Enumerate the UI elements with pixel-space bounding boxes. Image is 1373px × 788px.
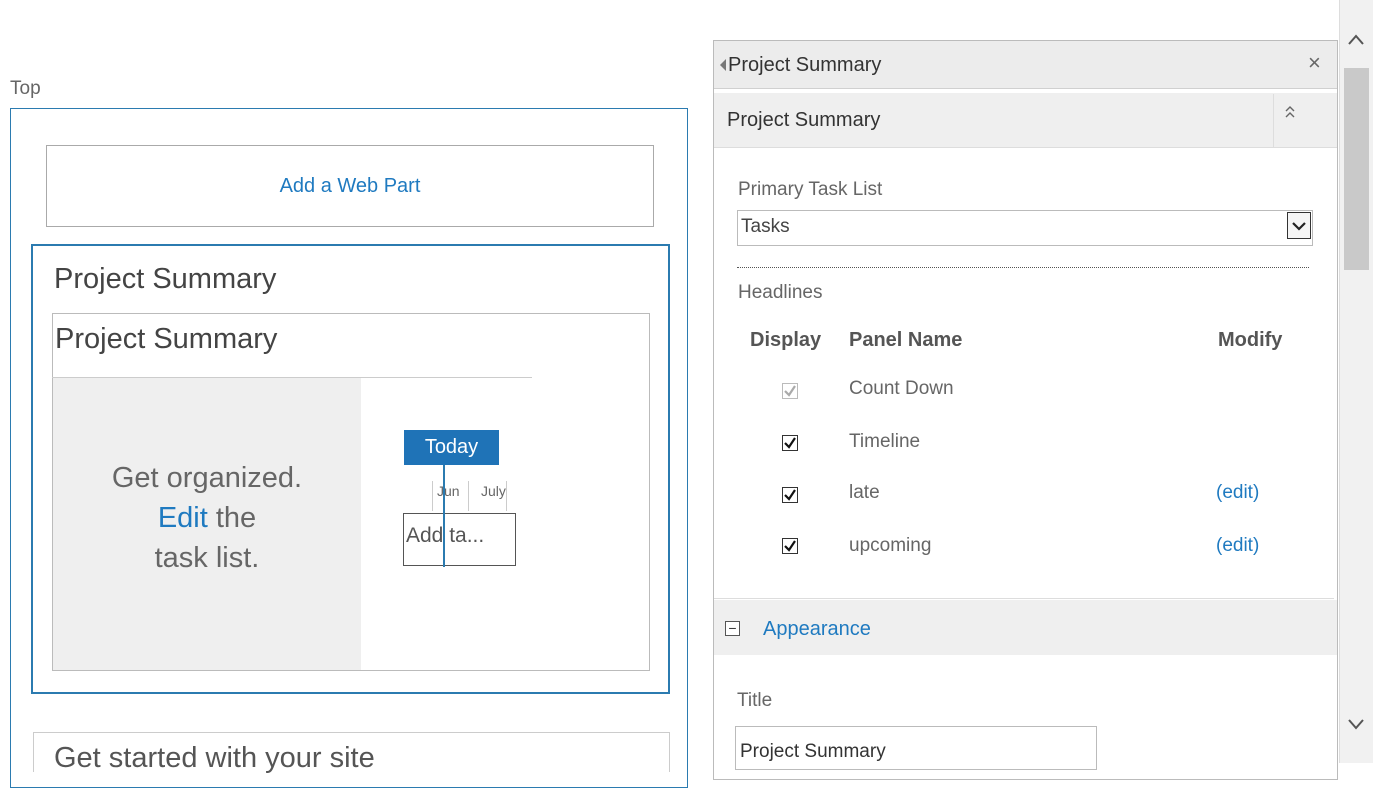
close-icon[interactable]: × — [1308, 50, 1321, 76]
section-divider — [1273, 94, 1274, 147]
column-header-panel-name: Panel Name — [849, 329, 963, 351]
checkbox-count-down[interactable] — [782, 383, 798, 399]
web-part-title: Project Summary — [54, 263, 277, 295]
task-list-text: task list. — [154, 542, 260, 574]
tool-pane-title: Project Summary — [728, 54, 882, 76]
title-label: Title — [737, 690, 773, 711]
timeline-tick — [432, 481, 433, 511]
column-header-display: Display — [750, 329, 822, 351]
tool-pane — [713, 40, 1338, 780]
add-web-part-link[interactable]: Add a Web Part — [46, 145, 654, 227]
chevron-down-icon[interactable] — [1287, 212, 1311, 239]
collapse-minus-icon[interactable]: − — [725, 621, 740, 636]
chevron-up-icon[interactable] — [1346, 32, 1366, 53]
chevron-up-double-icon[interactable] — [1283, 104, 1297, 120]
checkmark-icon — [784, 540, 796, 552]
title-input[interactable] — [735, 726, 1097, 770]
edit-task-list-link[interactable]: Edit — [158, 502, 208, 534]
checkmark-icon — [784, 489, 796, 501]
primary-task-list-label: Primary Task List — [738, 179, 883, 200]
checkbox-upcoming[interactable] — [782, 538, 798, 554]
project-summary-heading: Project Summary — [55, 323, 278, 355]
panel-name-count-down: Count Down — [849, 378, 954, 399]
month-label-jul: July — [481, 483, 506, 499]
panel-name-upcoming: upcoming — [849, 535, 932, 556]
checkbox-timeline[interactable] — [782, 435, 798, 451]
section-title: Project Summary — [727, 109, 881, 131]
zone-label: Top — [10, 78, 41, 99]
column-header-modify: Modify — [1218, 329, 1283, 351]
month-label-jun: Jun — [437, 483, 460, 499]
next-web-part-title: Get started with your site — [54, 742, 375, 774]
panel-name-timeline: Timeline — [849, 431, 921, 452]
edit-suffix-text: the — [207, 502, 257, 534]
left-triangle-icon[interactable] — [720, 59, 726, 71]
empty-state-message: Get organized. Edit the task list. — [53, 458, 361, 578]
edit-line: Edit the — [53, 498, 361, 538]
timeline-tick — [468, 481, 469, 511]
section-rule — [714, 598, 1334, 599]
panel-name-late: late — [849, 482, 880, 503]
today-line — [443, 465, 445, 567]
today-marker: Today — [404, 430, 499, 465]
get-organized-text: Get organized. — [111, 462, 303, 494]
headlines-label: Headlines — [738, 282, 823, 303]
primary-task-list-select[interactable]: Tasks — [737, 210, 1313, 246]
scrollbar-thumb[interactable] — [1344, 68, 1369, 270]
edit-upcoming-link[interactable]: (edit) — [1216, 535, 1259, 557]
checkmark-icon — [784, 437, 796, 449]
checkmark-icon — [784, 385, 796, 397]
add-task-box[interactable]: Add ta... — [403, 513, 516, 566]
checkbox-late[interactable] — [782, 487, 798, 503]
appearance-link[interactable]: Appearance — [763, 618, 871, 641]
chevron-down-icon[interactable] — [1346, 716, 1366, 737]
edit-late-link[interactable]: (edit) — [1216, 482, 1259, 504]
dotted-divider — [737, 267, 1309, 268]
